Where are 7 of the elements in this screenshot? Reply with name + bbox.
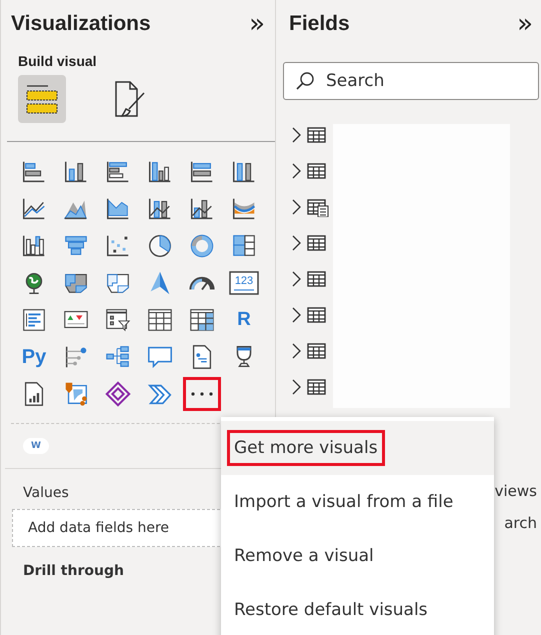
pane-title: Fields bbox=[289, 12, 350, 36]
field-name: views bbox=[494, 482, 537, 500]
section-title: Build visual bbox=[18, 53, 98, 69]
pane-title: Visualizations bbox=[11, 12, 151, 36]
section-title: Drill through bbox=[23, 563, 125, 579]
field-name: arch bbox=[504, 514, 537, 532]
well-label: Values bbox=[23, 485, 70, 501]
